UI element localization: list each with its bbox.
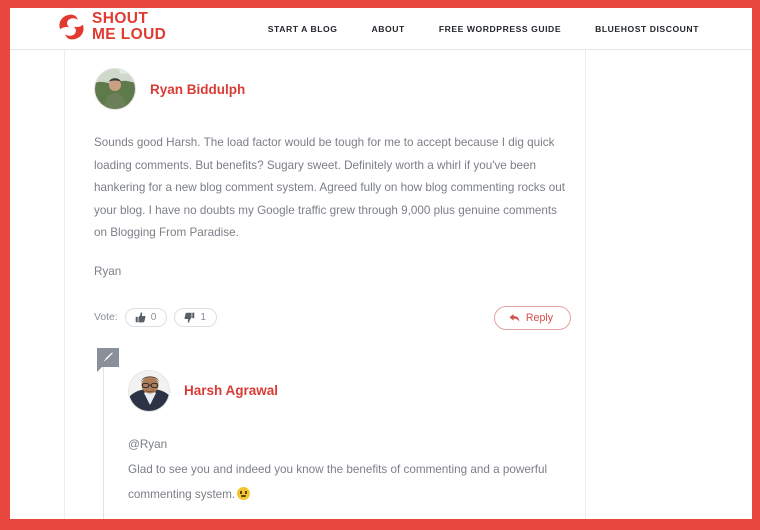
vote-group: Vote: 0 1	[94, 308, 218, 328]
comments-column: Ryan Biddulph Sounds good Harsh. The loa…	[66, 50, 585, 519]
reply-text-wrap: Glad to see you and indeed you know the …	[128, 457, 578, 507]
reply-arrow-icon	[509, 313, 520, 322]
main-navigation: START A BLOG ABOUT FREE WORDPRESS GUIDE …	[251, 8, 716, 49]
site-logo-line1: SHOUT	[92, 10, 149, 27]
right-sidebar	[585, 50, 752, 519]
downvote-button[interactable]: 1	[174, 308, 218, 328]
reply-button[interactable]: Reply	[493, 305, 571, 330]
avatar-image-harsh	[129, 370, 169, 411]
comment-author-name[interactable]: Ryan Biddulph	[150, 82, 245, 97]
upvote-button[interactable]: 0	[124, 308, 168, 328]
comment-signature: Ryan	[94, 264, 122, 278]
reply-header: Harsh Agrawal	[128, 348, 585, 412]
page-content: SHOUT ME LOUD START A BLOG ABOUT FREE WO…	[10, 8, 752, 519]
reply-body: @Ryan Glad to see you and indeed you kno…	[128, 432, 578, 507]
comment-item: Ryan Biddulph Sounds good Harsh. The loa…	[66, 50, 585, 519]
reply-mention: @Ryan	[128, 437, 168, 451]
post-author-badge	[97, 347, 119, 372]
comment-body: Sounds good Harsh. The load factor would…	[94, 132, 571, 284]
nav-item-free-wordpress-guide[interactable]: FREE WORDPRESS GUIDE	[422, 24, 578, 34]
body-area: Ryan Biddulph Sounds good Harsh. The loa…	[10, 50, 752, 519]
reply-text: Glad to see you and indeed you know the …	[128, 462, 548, 501]
nav-item-bluehost-discount[interactable]: BLUEHOST DISCOUNT	[578, 24, 716, 34]
downvote-count: 1	[200, 312, 207, 324]
site-logo[interactable]: SHOUT ME LOUD	[58, 10, 167, 44]
comment-header: Ryan Biddulph	[94, 68, 585, 110]
nav-item-about[interactable]: ABOUT	[355, 24, 422, 34]
slightly-smiling-face-icon	[237, 486, 251, 500]
avatar[interactable]	[128, 369, 170, 412]
vote-label: Vote:	[94, 312, 118, 324]
nav-item-start-a-blog[interactable]: START A BLOG	[251, 24, 355, 34]
reply-label: Reply	[525, 311, 553, 324]
reply-thread: Harsh Agrawal @Ryan Glad to see you and …	[94, 347, 585, 519]
thumbs-down-icon	[184, 312, 195, 323]
thread-line	[103, 363, 104, 519]
site-logo-line2: ME LOUD	[92, 26, 167, 44]
reply-author-name[interactable]: Harsh Agrawal	[184, 383, 278, 398]
pen-icon	[103, 352, 113, 362]
page-frame: SHOUT ME LOUD START A BLOG ABOUT FREE WO…	[0, 0, 760, 530]
shoutmeloud-s-logo-icon	[59, 14, 84, 40]
comment-actions: Vote: 0 1 Reply	[94, 305, 571, 330]
thumbs-up-icon	[135, 312, 146, 323]
reply-item: Harsh Agrawal @Ryan Glad to see you and …	[128, 348, 585, 519]
site-header: SHOUT ME LOUD START A BLOG ABOUT FREE WO…	[10, 8, 752, 50]
left-rail	[10, 50, 65, 519]
avatar[interactable]	[94, 68, 136, 110]
upvote-count: 0	[150, 312, 157, 324]
comment-paragraph: Sounds good Harsh. The load factor would…	[94, 136, 565, 240]
site-logo-text: SHOUT ME LOUD	[92, 10, 167, 44]
avatar-image-ryan	[95, 69, 135, 109]
